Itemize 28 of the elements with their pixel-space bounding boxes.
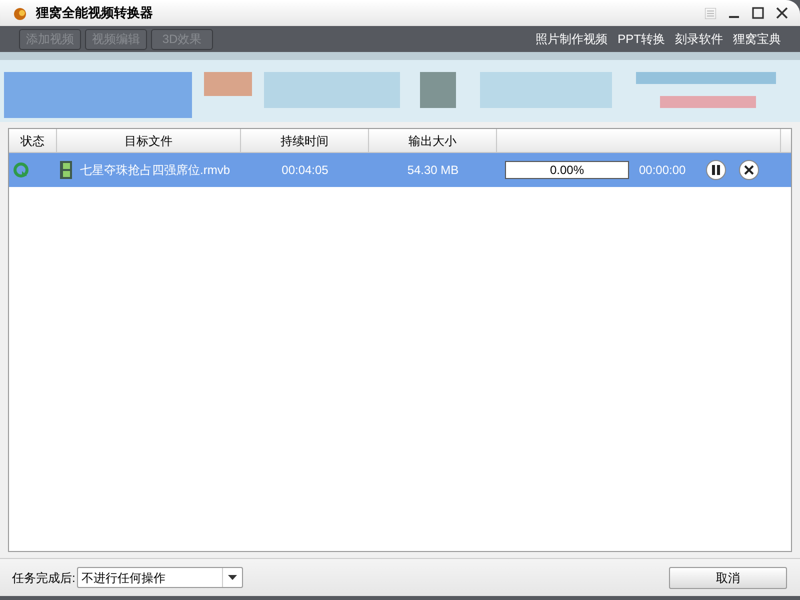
toolbar-link[interactable]: 刻录软件: [675, 30, 723, 48]
column-header: 输出大小: [369, 129, 497, 152]
after-task-label: 任务完成后:: [12, 570, 76, 586]
pause-icon: [712, 165, 720, 175]
task-row[interactable]: 七星夺珠抢占四强席位.rmvb 00:04:05 54.30 MB 0.00% 00:00:00: [9, 153, 791, 187]
column-header: 状态: [9, 129, 57, 152]
pause-button[interactable]: [706, 160, 726, 180]
progress-reading: 0.00%: [550, 162, 584, 179]
output-size: 54.30 MB: [407, 162, 459, 179]
close-icon[interactable]: [776, 7, 788, 19]
toolbar-link[interactable]: 狸窝宝典: [733, 30, 781, 48]
remove-button[interactable]: [738, 160, 759, 180]
duration: 00:04:05: [282, 162, 328, 179]
file-name: 七星夺珠抢占四强席位.rmvb: [80, 162, 230, 179]
cancel-button[interactable]: 取消: [669, 566, 787, 588]
dropdown-caret-icon: [228, 575, 238, 580]
after-task-select[interactable]: 不进行任何操作: [77, 567, 244, 588]
remaining-time: 00:00:00: [639, 162, 686, 179]
column-header: 持续时间: [241, 129, 369, 152]
close-icon: [744, 165, 754, 175]
app-logo-icon: [12, 5, 28, 21]
maximize-icon[interactable]: [752, 7, 764, 19]
film-icon: [60, 161, 72, 179]
toolbar-link[interactable]: PPT转换: [618, 30, 665, 48]
toolbar-link[interactable]: 照片制作视频: [536, 30, 608, 48]
column-header: 目标文件: [57, 129, 241, 152]
window-title: 狸窝全能视频转换器: [36, 4, 153, 22]
refresh-icon: [13, 162, 29, 178]
